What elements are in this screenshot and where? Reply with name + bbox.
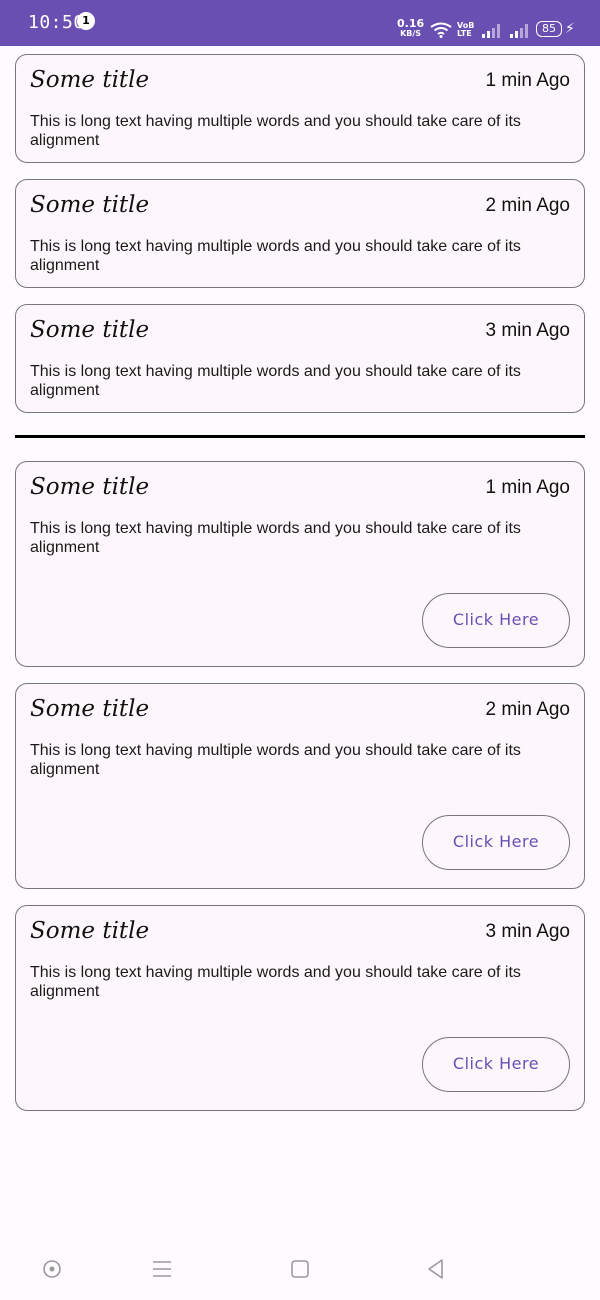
network-speed-unit: KB/S: [400, 29, 422, 38]
wifi-icon: [430, 22, 452, 38]
card: Some title 2 min Ago This is long text h…: [15, 683, 585, 889]
signal-icon: [510, 24, 528, 38]
click-here-button[interactable]: Click Here: [422, 593, 570, 648]
card-body: This is long text having multiple words …: [30, 238, 521, 274]
card-title: Some title: [30, 67, 150, 93]
card-time: 1 min Ago: [485, 70, 571, 91]
lte-label: LTE: [457, 29, 472, 38]
card-title: Some title: [30, 192, 150, 218]
section-divider: [15, 435, 585, 438]
card-time: 1 min Ago: [485, 477, 571, 498]
click-here-button[interactable]: Click Here: [422, 1037, 570, 1092]
charging-icon: ⚡: [565, 21, 575, 37]
card-body: This is long text having multiple words …: [30, 742, 521, 778]
nav-back-icon[interactable]: [424, 1257, 448, 1281]
card-time: 2 min Ago: [485, 699, 571, 720]
nav-assistant-icon[interactable]: [40, 1257, 64, 1281]
card: Some title 1 min Ago This is long text h…: [15, 54, 585, 163]
battery-icon: 85: [536, 21, 562, 37]
nav-home-icon[interactable]: [288, 1257, 312, 1281]
volte-indicator: VoB LTE: [457, 22, 474, 38]
card-title: Some title: [30, 317, 150, 343]
signal-icon: [482, 24, 500, 38]
notification-badge: 1: [77, 12, 95, 30]
card-body: This is long text having multiple words …: [30, 113, 521, 149]
card-body: This is long text having multiple words …: [30, 363, 521, 399]
navigation-bar: [0, 1240, 600, 1300]
card-title: Some title: [30, 918, 150, 944]
card: Some title 1 min Ago This is long text h…: [15, 461, 585, 667]
click-here-button[interactable]: Click Here: [422, 815, 570, 870]
network-speed: 0.16 KB/S: [397, 17, 425, 39]
card-title: Some title: [30, 696, 150, 722]
card-body: This is long text having multiple words …: [30, 520, 521, 556]
card-body: This is long text having multiple words …: [30, 964, 521, 1000]
network-speed-value: 0.16: [397, 17, 425, 30]
card-time: 3 min Ago: [485, 921, 571, 942]
card: Some title 3 min Ago This is long text h…: [15, 304, 585, 413]
nav-recents-icon[interactable]: [150, 1257, 174, 1281]
card-time: 2 min Ago: [485, 195, 571, 216]
card-time: 3 min Ago: [485, 320, 571, 341]
status-bar: 10:50 1 0.16 KB/S VoB LTE 85 ⚡: [0, 0, 600, 46]
card: Some title 2 min Ago This is long text h…: [15, 179, 585, 288]
card-title: Some title: [30, 474, 150, 500]
card: Some title 3 min Ago This is long text h…: [15, 905, 585, 1111]
